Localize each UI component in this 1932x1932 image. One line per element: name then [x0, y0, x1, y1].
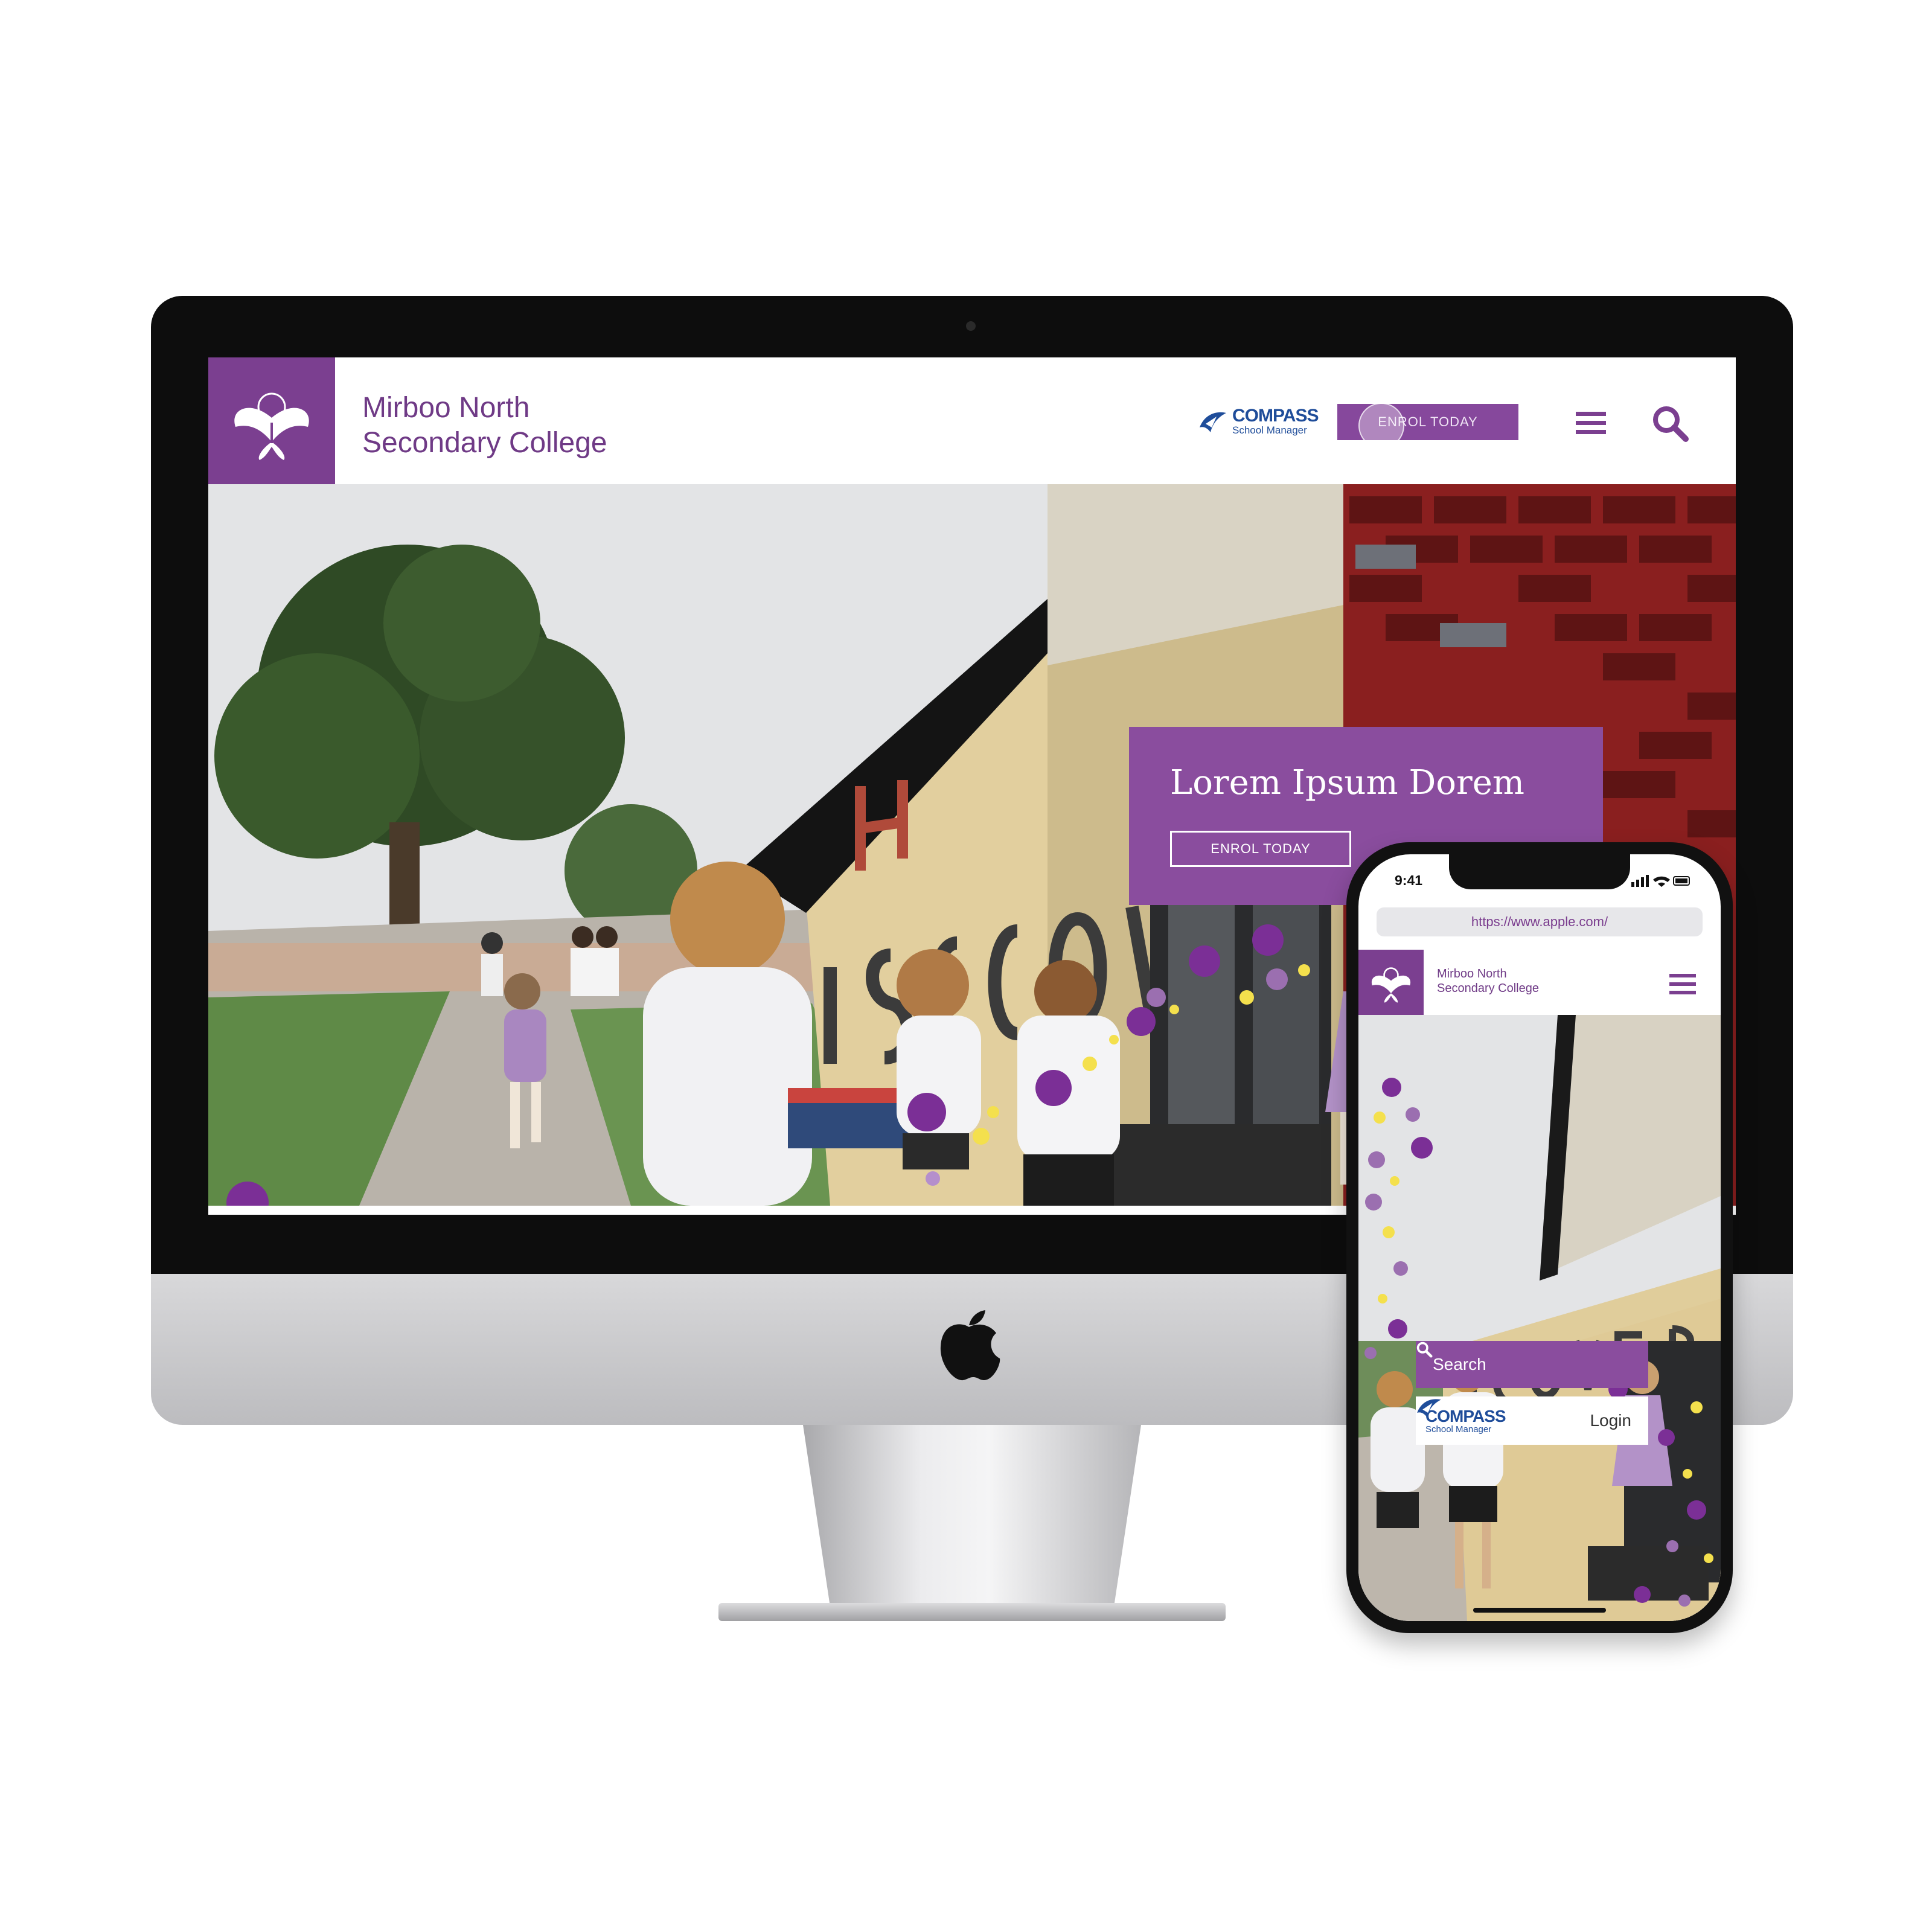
wifi-icon: [1653, 876, 1670, 887]
status-time: 9:41: [1395, 872, 1423, 888]
mobile-screen: 9:41 https://www.apple.com/ Mirboo North…: [1358, 854, 1721, 1621]
address-bar[interactable]: https://www.apple.com/: [1377, 907, 1703, 936]
hero-enrol-button[interactable]: ENROL TODAY: [1170, 831, 1351, 867]
school-logo[interactable]: [208, 357, 335, 484]
status-icons: [1631, 875, 1690, 887]
mobile-school-name: Mirboo North Secondary College: [1437, 967, 1539, 996]
mobile-search-bar[interactable]: Search: [1416, 1341, 1648, 1388]
hamburger-menu-icon[interactable]: [1669, 973, 1696, 996]
mobile-school-logo[interactable]: [1358, 950, 1424, 1015]
hamburger-menu-icon[interactable]: [1576, 411, 1606, 436]
mobile-school-name-line2: Secondary College: [1437, 982, 1539, 995]
mobile-school-name-line1: Mirboo North: [1437, 967, 1507, 980]
signal-icon: [1631, 875, 1649, 887]
compass-link[interactable]: COMPASS School Manager: [1198, 406, 1319, 436]
compass-icon: [1417, 1399, 1441, 1418]
touch-cursor: [1358, 403, 1404, 449]
mobile-site-header: Mirboo North Secondary College: [1358, 950, 1721, 1015]
home-indicator: [1473, 1608, 1606, 1613]
battery-icon: [1673, 876, 1690, 886]
search-label: Search: [1433, 1355, 1486, 1374]
compass-tagline: School Manager: [1425, 1424, 1492, 1435]
mobile-hero-photo: [1358, 1015, 1721, 1621]
compass-name: COMPASS: [1232, 406, 1319, 426]
mobile-login-bar: COMPASS School Manager Login: [1416, 1396, 1648, 1445]
school-crest-icon: [234, 392, 309, 460]
mobile-compass-link[interactable]: COMPASS School Manager: [1417, 1399, 1506, 1435]
compass-tagline: School Manager: [1232, 424, 1307, 436]
hero-heading: Lorem Ipsum Dorem: [1170, 763, 1525, 802]
site-header: Mirboo North Secondary College COMPASS S…: [208, 357, 1736, 484]
mobile-hero: Search COMPASS School Manager Login: [1358, 1015, 1721, 1621]
school-name-line1: Mirboo North: [362, 392, 530, 424]
school-name-line2: Secondary College: [362, 427, 607, 459]
school-name: Mirboo North Secondary College: [362, 391, 607, 461]
search-icon[interactable]: [1651, 405, 1689, 442]
webcam: [966, 321, 976, 331]
phone-notch: [1449, 854, 1630, 889]
school-crest-icon: [1371, 967, 1411, 1003]
search-icon: [1416, 1342, 1433, 1358]
login-link[interactable]: Login: [1590, 1411, 1631, 1430]
apple-logo-icon: [940, 1310, 1000, 1381]
imac-stand-base: [718, 1603, 1226, 1621]
imac-stand: [803, 1425, 1141, 1606]
compass-icon: [1200, 412, 1226, 432]
